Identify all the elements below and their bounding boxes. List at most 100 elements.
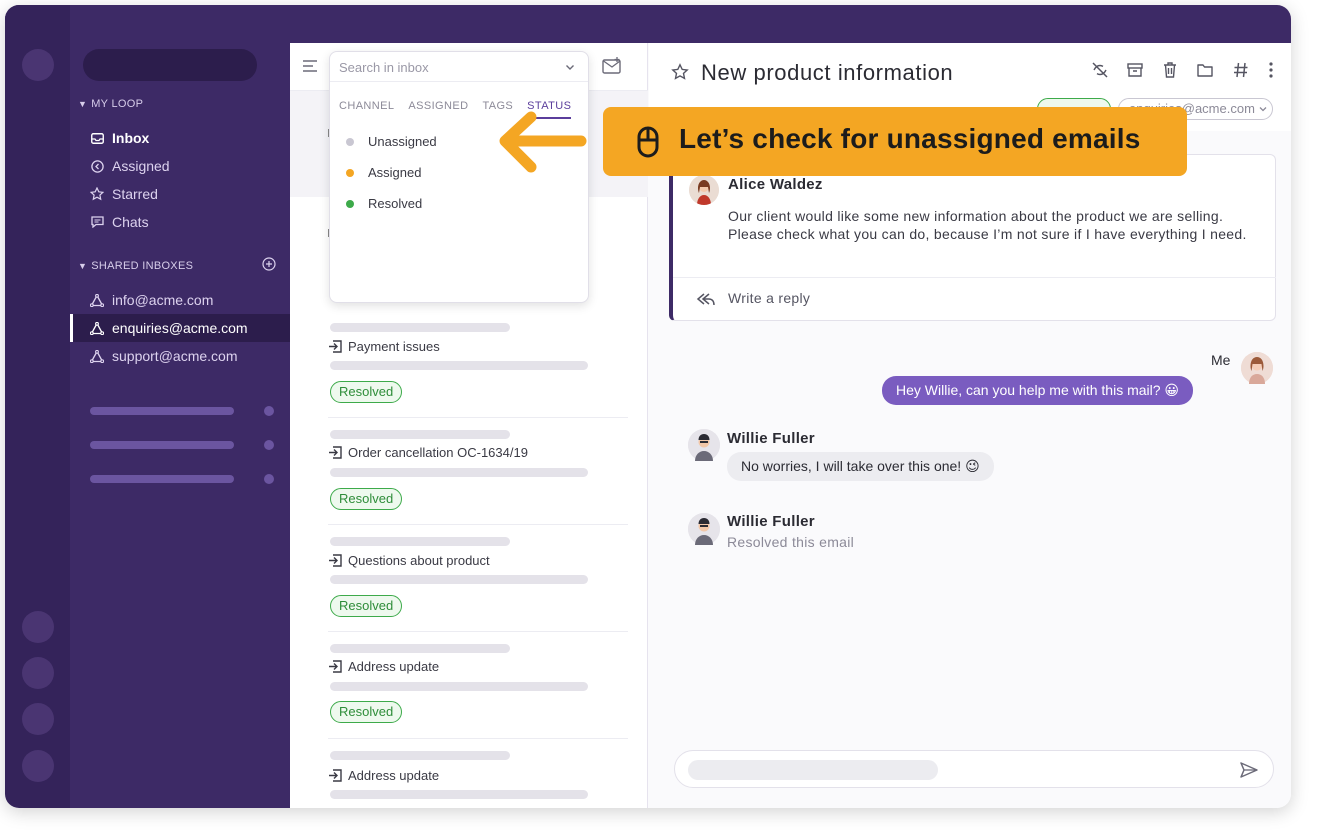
avatar <box>688 513 720 545</box>
shared-inbox-icon <box>90 293 104 307</box>
more-icon[interactable] <box>1262 61 1280 79</box>
placeholder-line <box>330 575 588 584</box>
rail-button-3[interactable] <box>22 703 54 735</box>
chevron-down-icon <box>1257 102 1269 114</box>
app-window: ▼ MY LOOP Inbox Assigned Starred Chats ▼… <box>5 5 1291 808</box>
status-dot <box>346 137 354 146</box>
sidebar-item-inbox[interactable]: Inbox <box>90 126 149 150</box>
mouse-icon <box>637 126 659 158</box>
placeholder-bar <box>90 441 234 449</box>
list-item[interactable]: Address update <box>328 750 628 808</box>
banner-text: Let’s check for unassigned emails <box>679 123 1141 154</box>
archive-icon[interactable] <box>1126 61 1144 79</box>
placeholder-line <box>330 430 510 439</box>
list-item-subject: Address update <box>328 659 439 674</box>
rail-button-1[interactable] <box>22 611 54 643</box>
chat-composer[interactable] <box>674 750 1274 788</box>
sidebar-item-info[interactable]: info@acme.com <box>90 288 213 312</box>
chat-sender-name: Willie Fuller <box>727 430 815 447</box>
status-badge: Resolved <box>330 488 403 510</box>
activity-sender-name: Willie Fuller <box>727 513 815 530</box>
folder-icon[interactable] <box>1196 61 1214 79</box>
inbox-in-icon <box>329 340 342 353</box>
tab-channel[interactable]: CHANNEL <box>339 100 394 119</box>
list-item-subject: Address update <box>328 768 439 783</box>
list-item-subject: Payment issues <box>328 339 440 354</box>
sidebar-item-enquiries[interactable]: enquiries@acme.com <box>90 316 248 340</box>
placeholder-line <box>330 790 588 799</box>
sidebar-search[interactable] <box>83 49 257 81</box>
placeholder-line <box>330 537 510 546</box>
shared-inbox-icon <box>90 321 104 335</box>
status-option-assigned[interactable]: Assigned <box>346 165 421 180</box>
tab-assigned[interactable]: ASSIGNED <box>408 100 468 119</box>
status-badge: Resolved <box>330 701 403 723</box>
email-body: Our client would like some new informati… <box>728 208 1247 242</box>
status-option-unassigned[interactable]: Unassigned <box>346 134 437 149</box>
sidebar-item-assigned[interactable]: Assigned <box>90 154 170 178</box>
shared-inbox-icon <box>90 349 104 363</box>
row-divider <box>328 524 628 525</box>
placeholder-line <box>330 644 510 653</box>
list-item[interactable]: Payment issues Resolved <box>328 321 628 427</box>
list-item[interactable]: Address update Resolved <box>328 642 628 748</box>
placeholder-line <box>330 682 588 691</box>
filter-dropdown: CHANNEL ASSIGNED TAGS STATUS Unassigned … <box>329 51 589 303</box>
chat-bubble-me: Hey Willie, can you help me with this ma… <box>882 376 1194 405</box>
list-item-subject: Order cancellation OC-1634/19 <box>328 445 528 460</box>
status-dot <box>346 199 354 208</box>
list-item[interactable]: Order cancellation OC-1634/19 Resolved <box>328 428 628 534</box>
avatar <box>689 175 719 205</box>
mute-icon[interactable] <box>1091 61 1109 79</box>
placeholder-line <box>330 751 510 760</box>
star-icon[interactable] <box>671 63 689 81</box>
placeholder-bar <box>90 475 234 483</box>
row-divider <box>328 738 628 739</box>
tag-hash-icon[interactable] <box>1232 61 1250 79</box>
row-divider <box>328 417 628 418</box>
activity-note: Resolved this email <box>727 534 855 550</box>
divider <box>673 277 1276 278</box>
avatar <box>688 429 720 461</box>
section-shared-inboxes[interactable]: ▼ SHARED INBOXES <box>78 260 193 272</box>
search-box <box>330 52 588 82</box>
search-input[interactable] <box>330 52 560 82</box>
rail-button-2[interactable] <box>22 657 54 689</box>
sidebar-item-support[interactable]: support@acme.com <box>90 344 237 368</box>
reply-all-icon[interactable] <box>695 290 715 308</box>
trash-icon[interactable] <box>1161 61 1179 79</box>
tutorial-banner: Let’s check for unassigned emails <box>603 107 1187 176</box>
rail-avatar[interactable] <box>22 49 54 81</box>
star-icon <box>90 187 104 201</box>
write-reply-link[interactable]: Write a reply <box>728 290 810 306</box>
me-label: Me <box>1211 352 1231 368</box>
sidebar-item-starred[interactable]: Starred <box>90 182 158 206</box>
rail-button-4[interactable] <box>22 750 54 782</box>
sidebar-item-chats[interactable]: Chats <box>90 210 149 234</box>
sender-name: Alice Waldez <box>728 176 823 193</box>
inbox-icon <box>90 131 104 145</box>
inbox-in-icon <box>329 769 342 782</box>
inbox-in-icon <box>329 554 342 567</box>
placeholder-dot <box>264 474 274 484</box>
placeholder-line <box>330 323 510 332</box>
add-inbox-icon[interactable] <box>262 257 276 271</box>
conversation-title: New product information <box>701 60 954 85</box>
chat-icon <box>90 215 104 229</box>
section-my-loop[interactable]: ▼ MY LOOP <box>78 98 143 110</box>
chevron-down-icon[interactable] <box>562 59 578 75</box>
send-icon[interactable] <box>1239 760 1259 780</box>
avatar <box>1241 352 1273 384</box>
status-badge: Resolved <box>330 595 403 617</box>
email-message-card: Alice Waldez Our client would like some … <box>669 154 1276 321</box>
menu-icon[interactable] <box>302 59 318 73</box>
list-item-subject: Questions about product <box>328 553 490 568</box>
placeholder-dot <box>264 406 274 416</box>
placeholder-line <box>330 468 588 477</box>
status-option-resolved[interactable]: Resolved <box>346 196 422 211</box>
chat-bubble-willie: No worries, I will take over this one! 😉 <box>727 452 994 481</box>
compose-icon[interactable] <box>602 57 622 75</box>
inbox-in-icon <box>329 660 342 673</box>
list-item[interactable]: Questions about product Resolved <box>328 535 628 641</box>
pointer-arrow-icon <box>495 109 587 175</box>
